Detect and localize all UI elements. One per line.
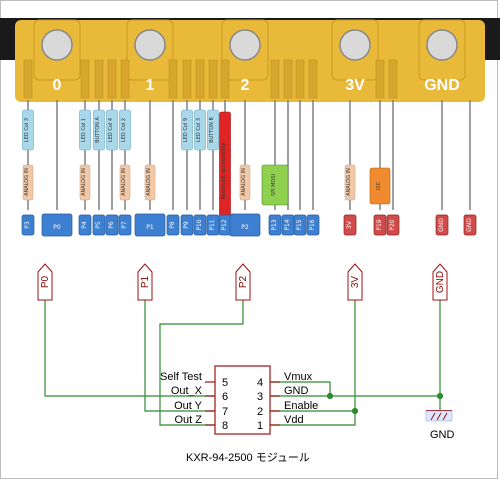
ground-symbol: GND [425, 410, 455, 441]
pin-label-7: P8 [169, 221, 176, 229]
mounting-hole-0 [41, 29, 73, 61]
module-right-pin-3: 1 [257, 420, 263, 432]
pin-label-19: P20 [389, 219, 396, 230]
module-left-label-0: Self Test [160, 371, 202, 383]
pin-label-17: 3V [346, 220, 353, 229]
net-label-3V: 3V [350, 276, 361, 289]
func-label-7: BUTTON B [209, 117, 215, 143]
pin-label-4: P6 [108, 221, 115, 229]
func-label-2: BUTTON A [95, 117, 101, 143]
func-label-6: LED Col 3 [196, 118, 202, 142]
pin-label-21: GND [466, 218, 473, 232]
func-label-5: LED Col 9 [183, 118, 189, 142]
pad-0 [23, 59, 33, 99]
net-label-P1: P1 [140, 275, 151, 288]
pin-label-12: P2 [241, 224, 249, 231]
junction-1 [351, 407, 359, 415]
pin-label-2: P4 [81, 221, 88, 229]
pin-label-5: P7 [121, 221, 128, 229]
func-label-10: I2C [376, 181, 382, 190]
mounting-hole-1 [134, 29, 166, 61]
pin-label-10: P11 [209, 219, 216, 230]
edge-label-0: 0 [53, 77, 62, 94]
module-left-pin-1: 6 [222, 391, 228, 403]
pin-label-3: P5 [95, 221, 102, 229]
pad-18 [375, 59, 385, 99]
module-right-pin-1: 3 [257, 391, 263, 403]
ground-symbol-label: GND [430, 429, 455, 441]
edge-label-2: 2 [241, 77, 250, 94]
junction-2 [436, 392, 444, 400]
func-label-8: Reserved: accessibility [221, 142, 227, 199]
func-label-9: SPI MOSI [271, 174, 277, 196]
pad-13 [270, 59, 280, 99]
pin-label-15: P15 [296, 219, 303, 230]
pad-9 [195, 59, 205, 99]
pin-label-8: P9 [183, 221, 190, 229]
module-left-label-1: Out_X [171, 385, 203, 397]
edge-label-4: GND [424, 77, 460, 94]
func-label-0: LED Col 3 [24, 118, 30, 142]
analog-label-2: ANALOG IN [121, 168, 127, 196]
pad-3 [94, 59, 104, 99]
func-label-1: LED Col 1 [81, 118, 87, 142]
func-label-4: LED Col 2 [121, 118, 127, 142]
pad-19 [388, 59, 398, 99]
pad-5 [120, 59, 130, 99]
net-label-P2: P2 [238, 275, 249, 288]
analog-label-4: ANALOG IN [241, 168, 247, 196]
mounting-hole-3 [339, 29, 371, 61]
module-left-pin-2: 7 [222, 406, 228, 418]
module-right-label-3: Vdd [284, 414, 304, 426]
pin-function-boxes: LED Col 3 LED Col 1 BUTTON A LED Col 4 LED C… [22, 109, 391, 231]
pin-label-16: P16 [309, 219, 316, 230]
pin-label-9: P10 [196, 219, 203, 230]
pin-label-18: P19 [376, 219, 383, 230]
junction-0 [326, 392, 334, 400]
net-label-P0: P0 [40, 275, 51, 288]
module-right-pin-2: 2 [257, 406, 263, 418]
analog-label-5: ANALOG IN [346, 168, 352, 196]
microbit-edge-connector: 0 1 2 3V GND [0, 18, 500, 102]
pin-boxes: P3 P0 P4 P5 P6 P7 P1 P8 P9 P10 P11 P12 P2 P13 P14 P15 P1… [21, 213, 477, 237]
pad-14 [283, 59, 293, 99]
func-label-3: LED Col 4 [108, 118, 114, 142]
module-right-label-0: Vmux [284, 371, 313, 383]
pin-label-11: P12 [221, 219, 228, 230]
module-right-pin-0: 4 [257, 377, 263, 389]
module-left-label-3: Out Z [174, 414, 202, 426]
pad-11 [220, 59, 230, 99]
pin-label-20: GND [438, 218, 445, 232]
pad-7 [168, 59, 178, 99]
analog-label-3: ANALOG IN [146, 168, 152, 196]
pad-10 [208, 59, 218, 99]
pad-4 [107, 59, 117, 99]
pad-15 [295, 59, 305, 99]
edge-label-1: 1 [146, 77, 155, 94]
module-left-pin-3: 8 [222, 420, 228, 432]
mounting-hole-2 [229, 29, 261, 61]
module-left-label-2: Out Y [174, 400, 203, 412]
net-labels: P0 P1 P2 3V GND [37, 263, 448, 301]
pin-label-6: P1 [146, 224, 154, 231]
pin-label-0: P3 [24, 221, 31, 229]
module-right-label-1: GND [284, 385, 309, 397]
pin-label-14: P14 [284, 219, 291, 230]
pin-label-1: P0 [53, 224, 61, 231]
wiring-diagram: 0 1 2 3V GND LED Col 3 LED Col 1 BUTTON A LED C… [0, 18, 500, 464]
pad-2 [80, 59, 90, 99]
mounting-hole-4 [426, 29, 458, 61]
net-label-GND: GND [435, 271, 446, 293]
pad-8 [182, 59, 192, 99]
pin-label-13: P13 [271, 219, 278, 230]
pad-16 [308, 59, 318, 99]
kxr-module: 5 4 Self Test Vmux 6 3 Out_X GND 7 2 Out Y Enable 8 1… [160, 365, 318, 435]
module-caption: KXR-94-2500 モジュール [186, 452, 310, 464]
module-left-pin-0: 5 [222, 377, 228, 389]
module-right-label-2: Enable [284, 400, 318, 412]
analog-label-0: ANALOG IN [24, 168, 30, 196]
analog-label-1: ANALOG IN [81, 168, 87, 196]
edge-label-3: 3V [345, 77, 365, 94]
